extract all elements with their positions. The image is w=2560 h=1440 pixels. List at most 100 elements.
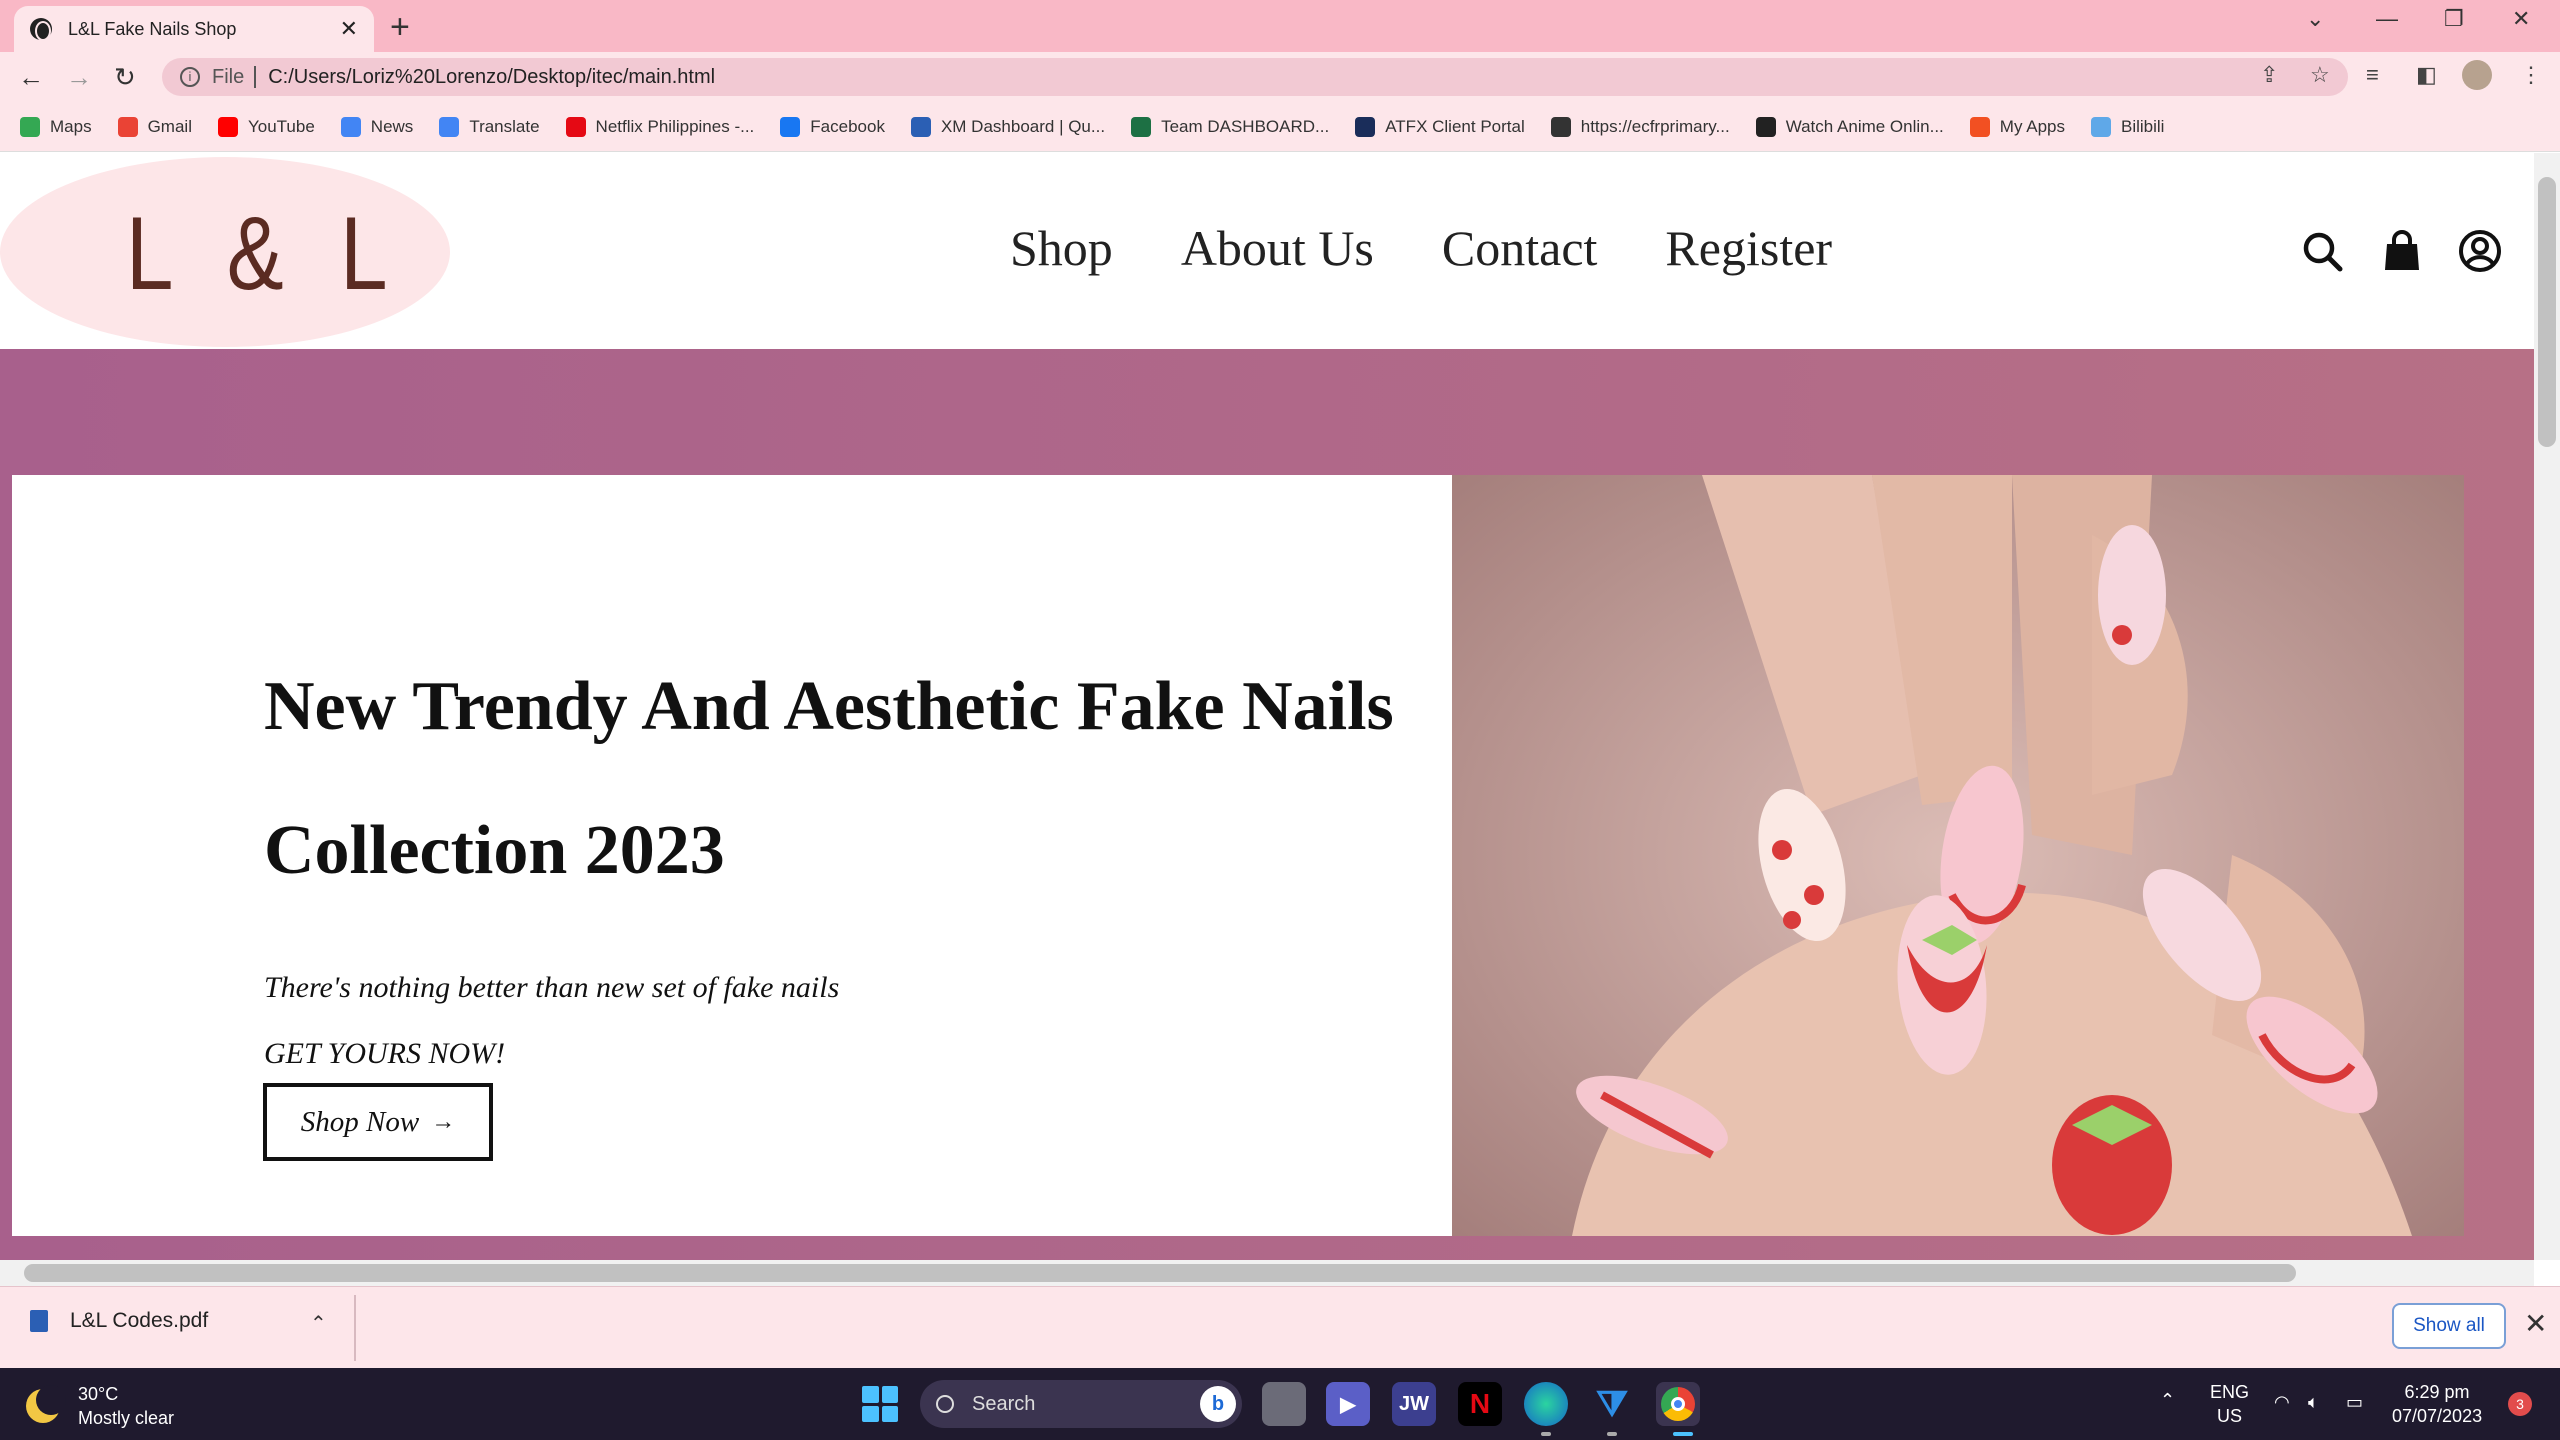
- bookmark-excel[interactable]: Team DASHBOARD...: [1131, 116, 1330, 137]
- bookmarks-bar: Maps Gmail YouTube News Translate Netflix Phi…: [0, 102, 2560, 152]
- bookmark-label: Gmail: [147, 116, 192, 136]
- globe-icon: [30, 18, 52, 41]
- address-scheme: File: [212, 65, 245, 88]
- chevron-up-icon[interactable]: ⌃: [310, 1311, 327, 1336]
- share-icon[interactable]: ⇪: [2260, 62, 2278, 88]
- nav-contact[interactable]: Contact: [1442, 219, 1598, 277]
- bookmark-netflix[interactable]: Netflix Philippines -...: [565, 116, 755, 137]
- bookmark-maps[interactable]: Maps: [20, 116, 92, 137]
- vscode-running-indicator: [1607, 1432, 1617, 1436]
- bookmark-atfx[interactable]: ATFX Client Portal: [1355, 116, 1525, 137]
- download-filename: L&L Codes.pdf: [70, 1309, 209, 1332]
- wifi-icon[interactable]: ◠: [2274, 1390, 2290, 1414]
- menu-kebab-icon[interactable]: ⋮: [2520, 62, 2542, 88]
- account-icon[interactable]: [2458, 229, 2502, 273]
- bookmark-label: https://ecfrprimary...: [1580, 116, 1730, 136]
- chrome-icon[interactable]: [1656, 1382, 1700, 1426]
- show-all-button[interactable]: Show all: [2392, 1303, 2506, 1349]
- nav-about-us[interactable]: About Us: [1181, 219, 1374, 277]
- pdf-file-icon: [30, 1310, 48, 1332]
- new-tab-button[interactable]: +: [390, 8, 410, 47]
- bookmark-globe[interactable]: https://ecfrprimary...: [1550, 116, 1730, 137]
- close-window-icon[interactable]: ✕: [2512, 6, 2530, 32]
- nav-shop[interactable]: Shop: [1010, 219, 1113, 277]
- download-item[interactable]: L&L Codes.pdf: [30, 1309, 208, 1333]
- tab-close-icon[interactable]: ✕: [340, 16, 358, 42]
- xm-icon: [910, 116, 931, 137]
- tab-search-icon[interactable]: ⌄: [2306, 6, 2324, 32]
- vertical-scrollbar-thumb[interactable]: [2538, 177, 2556, 447]
- netflix-icon: [565, 116, 586, 137]
- minimize-icon[interactable]: —: [2376, 6, 2398, 32]
- bookmark-label: News: [370, 116, 414, 136]
- chevron-up-icon[interactable]: ⌃: [2160, 1388, 2175, 1412]
- bookmark-translate[interactable]: Translate: [439, 116, 540, 137]
- lang-top: ENG: [2210, 1382, 2250, 1402]
- side-panel-icon[interactable]: ◧: [2416, 62, 2437, 88]
- bookmark-label: Netflix Philippines -...: [595, 116, 755, 136]
- bookmark-anime[interactable]: Watch Anime Onlin...: [1755, 116, 1944, 137]
- nav-register[interactable]: Register: [1665, 219, 1832, 277]
- search-icon[interactable]: [2300, 229, 2344, 273]
- bilibili-icon: [2091, 116, 2111, 137]
- shop-now-button[interactable]: Shop Now →: [263, 1083, 493, 1161]
- search-icon: [936, 1395, 954, 1413]
- main-nav: Shop About Us Contact Register: [1010, 219, 1900, 277]
- bookmark-news[interactable]: News: [340, 116, 414, 137]
- weather-temp: 30°C: [78, 1384, 119, 1404]
- info-icon[interactable]: i: [180, 67, 200, 87]
- horizontal-scrollbar-thumb[interactable]: [24, 1264, 2296, 1282]
- address-separator: [254, 66, 257, 88]
- bookmark-label: Team DASHBOARD...: [1161, 116, 1330, 136]
- volume-icon[interactable]: 🔈︎: [2308, 1390, 2319, 1414]
- teams-icon[interactable]: ▶: [1326, 1382, 1370, 1426]
- taskbar-search[interactable]: Search b: [920, 1380, 1242, 1428]
- site-logo[interactable]: L & L: [126, 195, 404, 314]
- nails-photo-illustration: [1452, 475, 2464, 1236]
- bookmark-xm[interactable]: XM Dashboard | Qu...: [910, 116, 1106, 137]
- bookmark-gmail[interactable]: Gmail: [117, 116, 192, 137]
- browser-toolbar: ← → ↻ i File C:/Users/Loriz%20Lorenzo/De…: [0, 52, 2560, 102]
- battery-icon[interactable]: ▭: [2346, 1390, 2363, 1414]
- bookmark-label: Watch Anime Onlin...: [1785, 116, 1944, 136]
- horizontal-scrollbar[interactable]: [0, 1260, 2534, 1286]
- bookmark-youtube[interactable]: YouTube: [217, 116, 315, 137]
- bookmark-facebook[interactable]: Facebook: [780, 116, 885, 137]
- web-page: L & L Shop About Us Contact Register New…: [0, 153, 2534, 1260]
- bookmark-label: XM Dashboard | Qu...: [940, 116, 1106, 136]
- address-url[interactable]: C:/Users/Loriz%20Lorenzo/Desktop/itec/ma…: [268, 66, 715, 89]
- hero-tagline: There's nothing better than new set of f…: [264, 971, 840, 1004]
- language-indicator[interactable]: ENG US: [2210, 1380, 2249, 1428]
- vscode-icon[interactable]: ⧩: [1590, 1382, 1634, 1426]
- bookmark-bilibili[interactable]: Bilibili: [2091, 116, 2164, 137]
- forward-icon[interactable]: →: [66, 62, 92, 93]
- address-bar[interactable]: i File C:/Users/Loriz%20Lorenzo/Desktop/…: [162, 58, 2348, 96]
- bookmark-apps[interactable]: My Apps: [1969, 116, 2065, 137]
- site-header: L & L Shop About Us Contact Register: [0, 153, 2534, 349]
- back-icon[interactable]: ←: [18, 62, 44, 93]
- moon-weather-icon: [26, 1385, 66, 1423]
- bookmark-label: Maps: [50, 116, 92, 136]
- weather-widget[interactable]: 30°C Mostly clear: [26, 1382, 174, 1430]
- bookmark-star-icon[interactable]: ☆: [2310, 62, 2330, 88]
- vertical-scrollbar[interactable]: [2534, 153, 2560, 1260]
- start-button[interactable]: [862, 1386, 898, 1422]
- gmail-icon: [117, 116, 138, 137]
- clock[interactable]: 6:29 pm 07/07/2023: [2392, 1380, 2482, 1428]
- hero-headline: New Trendy And Aesthetic Fake Nails Coll…: [264, 668, 1394, 889]
- shopping-bag-icon[interactable]: [2380, 229, 2424, 273]
- bookmark-label: YouTube: [247, 116, 315, 136]
- jw-icon[interactable]: JW: [1392, 1382, 1436, 1426]
- bing-icon[interactable]: b: [1200, 1386, 1236, 1422]
- edge-icon[interactable]: [1524, 1382, 1568, 1426]
- close-download-bar-icon[interactable]: ✕: [2524, 1307, 2547, 1340]
- media-control-icon[interactable]: ≡: [2366, 62, 2379, 88]
- notification-badge[interactable]: 3: [2508, 1392, 2532, 1416]
- restore-icon[interactable]: ❐: [2444, 6, 2464, 32]
- file-explorer-icon[interactable]: [1262, 1382, 1306, 1426]
- profile-avatar-icon[interactable]: [2462, 60, 2492, 90]
- windows-taskbar: 30°C Mostly clear Search b ▶ JW N ⧩ ⌃ EN…: [0, 1368, 2560, 1440]
- reload-icon[interactable]: ↻: [114, 62, 136, 93]
- netflix-icon[interactable]: N: [1458, 1382, 1502, 1426]
- browser-tab[interactable]: L&L Fake Nails Shop ✕: [14, 6, 374, 52]
